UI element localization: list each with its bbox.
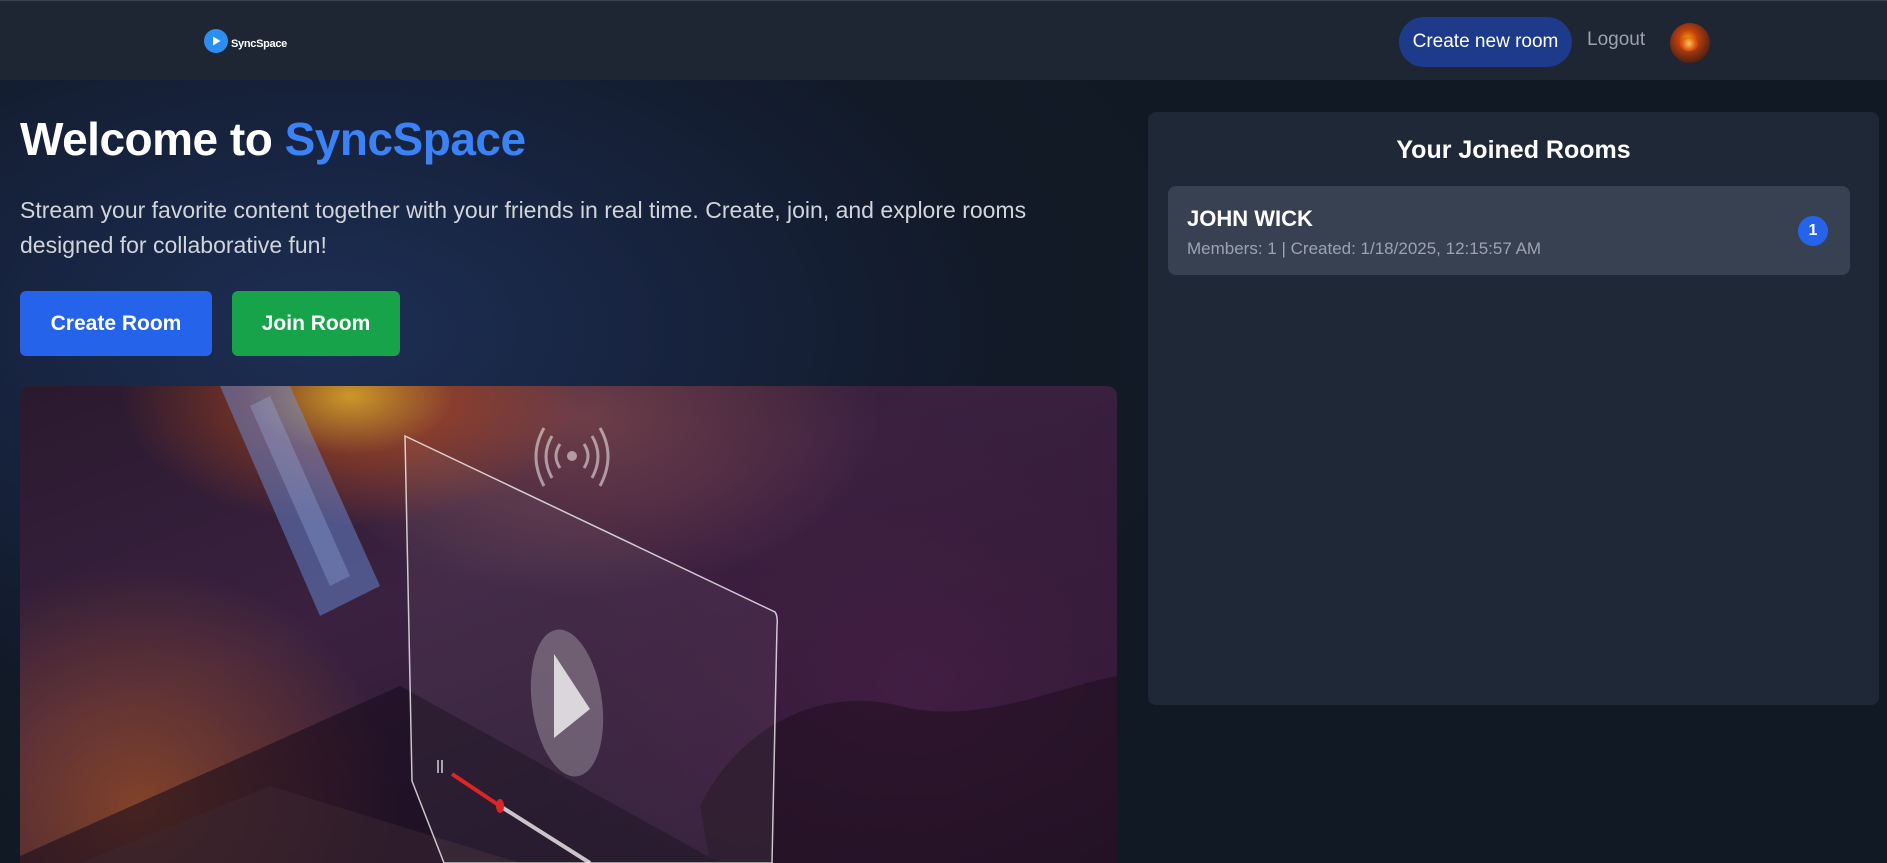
intro-description: Stream your favorite content together wi… (20, 197, 1027, 258)
join-room-button[interactable]: Join Room (232, 291, 400, 356)
top-navbar: SyncSpace Create new room Logout (0, 0, 1887, 80)
hero-image (20, 386, 1117, 863)
hero-illustration (20, 386, 1117, 863)
room-created: Created: 1/18/2025, 12:15:57 AM (1290, 239, 1542, 258)
joined-rooms-title: Your Joined Rooms (1396, 136, 1631, 164)
logout-link[interactable]: Logout (1587, 29, 1645, 51)
page-title: Welcome to SyncSpace (20, 112, 526, 166)
title-brand: SyncSpace (284, 113, 526, 165)
progress-knob (496, 799, 504, 813)
broadcast-icon (534, 427, 610, 487)
room-members: Members: 1 (1187, 239, 1277, 258)
create-room-button[interactable]: Create Room (20, 291, 212, 356)
room-member-badge: 1 (1798, 216, 1828, 246)
logo-text: SyncSpace (231, 38, 288, 50)
room-meta: Members: 1 | Created: 1/18/2025, 12:15:5… (1187, 239, 1541, 259)
create-new-room-button[interactable]: Create new room (1399, 17, 1572, 67)
logo-play-icon (204, 29, 228, 53)
logo[interactable]: SyncSpace (204, 29, 287, 53)
user-avatar[interactable] (1670, 23, 1710, 63)
joined-rooms-panel: Your Joined Rooms JOHN WICK Members: 1 |… (1148, 112, 1879, 705)
room-meta-separator: | (1276, 239, 1291, 258)
title-prefix: Welcome to (20, 113, 285, 165)
room-name: JOHN WICK (1187, 206, 1313, 231)
room-card[interactable]: JOHN WICK Members: 1 | Created: 1/18/202… (1168, 186, 1850, 275)
